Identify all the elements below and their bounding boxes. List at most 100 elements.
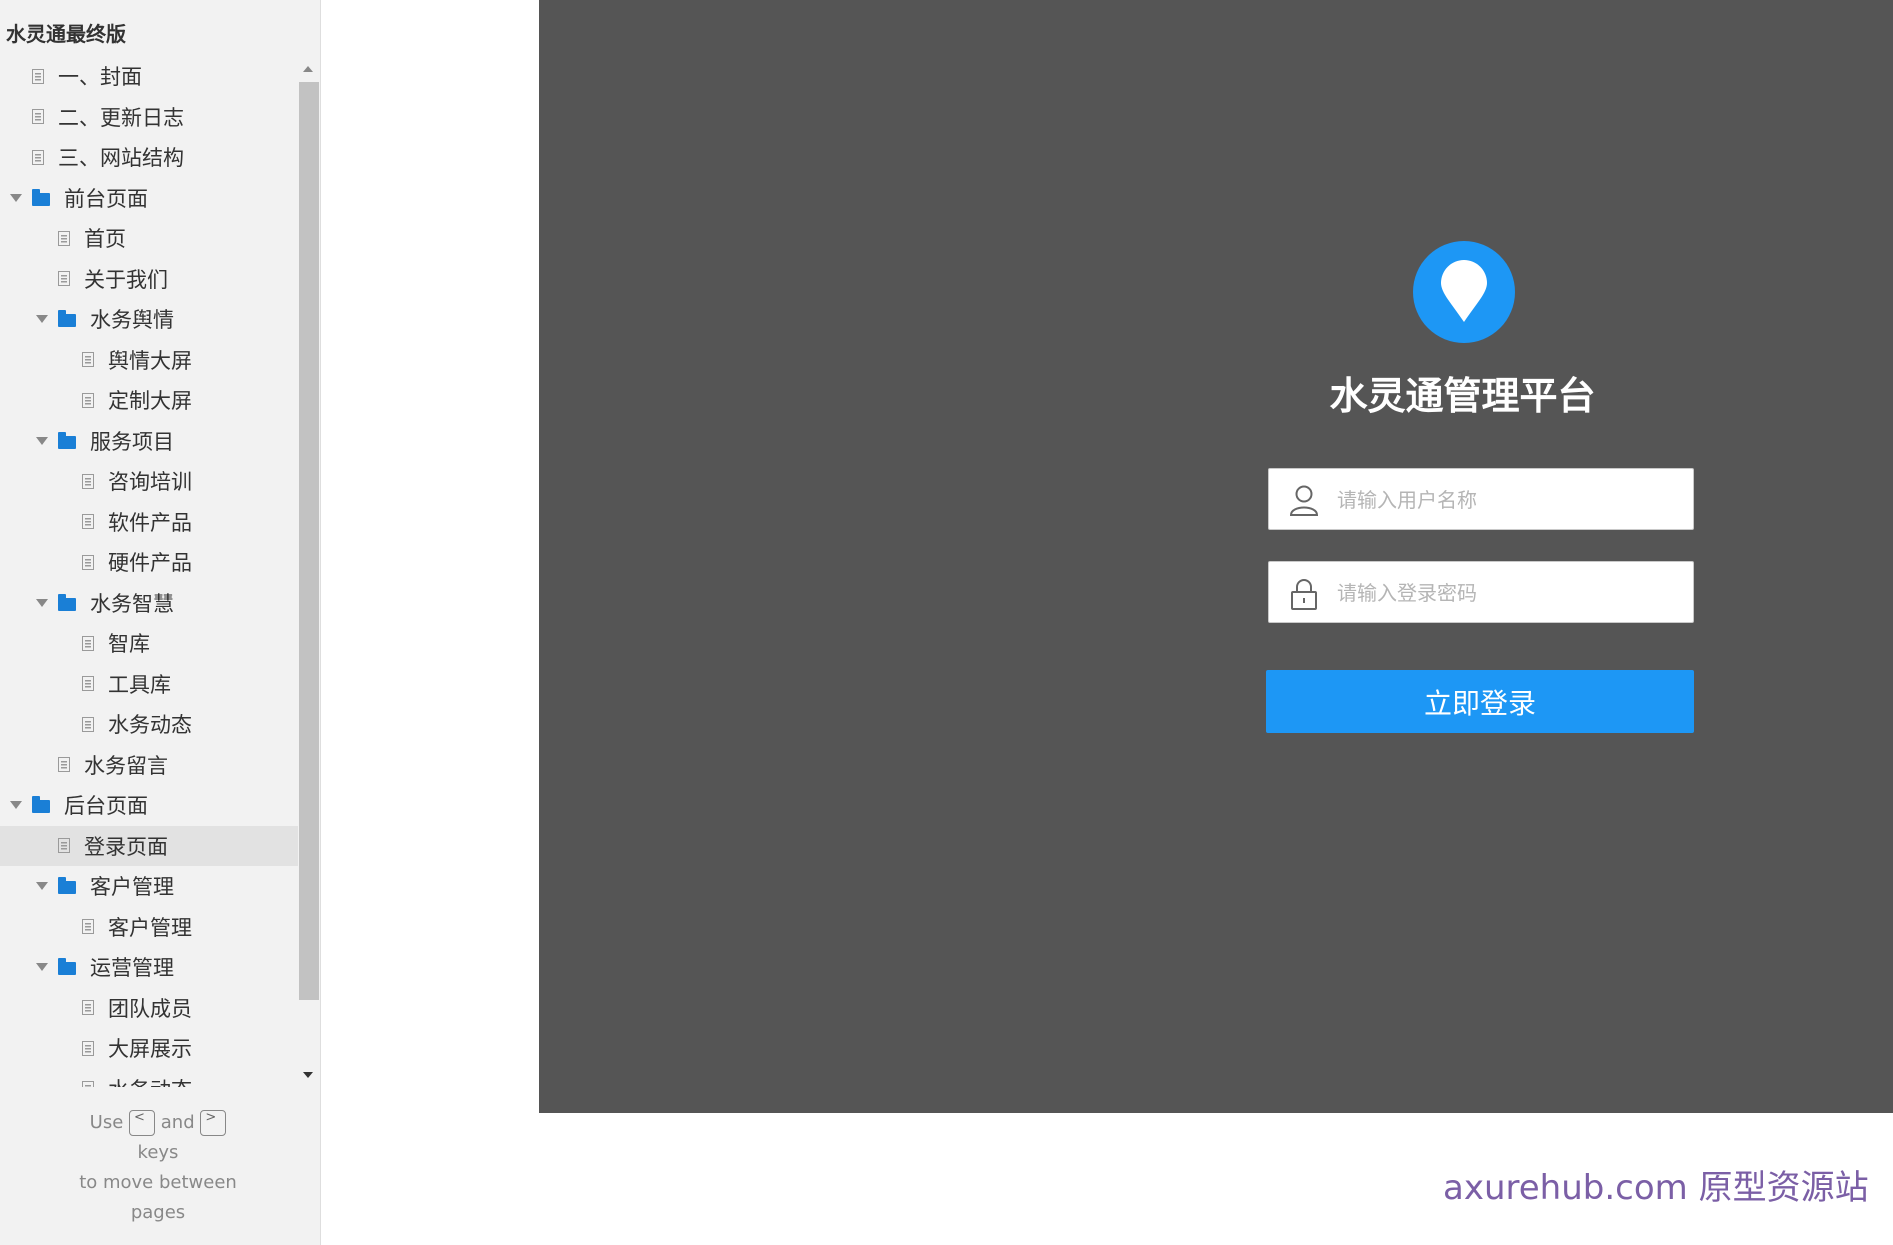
page-icon xyxy=(58,757,70,773)
sitemap-page[interactable]: 登录页面 xyxy=(0,825,298,866)
expand-caret-icon[interactable] xyxy=(36,598,48,607)
sitemap-page[interactable]: 工具库 xyxy=(0,664,298,705)
sitemap-page[interactable]: 关于我们 xyxy=(0,259,298,300)
sitemap-folder[interactable]: 水务舆情 xyxy=(0,299,298,340)
page-icon xyxy=(82,919,94,935)
folder-icon xyxy=(58,310,76,328)
sitemap-item-label: 客户管理 xyxy=(90,875,174,900)
folder-icon xyxy=(58,958,76,976)
sitemap-folder[interactable]: 运营管理 xyxy=(0,947,298,988)
app-title: 水灵通管理平台 xyxy=(1329,374,1596,418)
page-icon xyxy=(82,676,94,692)
sitemap-page[interactable]: 首页 xyxy=(0,218,298,259)
folder-icon xyxy=(32,796,50,814)
sitemap-folder[interactable]: 水务智慧 xyxy=(0,583,298,624)
sitemap-item-label: 二、更新日志 xyxy=(58,105,184,130)
sitemap-item-label: 咨询培训 xyxy=(108,470,192,495)
hint-and: and xyxy=(160,1112,195,1133)
folder-icon xyxy=(58,877,76,895)
sitemap-page[interactable]: 水务留言 xyxy=(0,745,298,786)
page-tree: 一、封面二、更新日志三、网站结构前台页面首页关于我们水务舆情舆情大屏定制大屏服务… xyxy=(0,56,298,1087)
sitemap-item-label: 软件产品 xyxy=(108,510,192,535)
page-icon xyxy=(58,271,70,287)
sitemap-folder[interactable]: 客户管理 xyxy=(0,866,298,907)
expand-caret-icon[interactable] xyxy=(10,193,22,202)
page-icon xyxy=(82,1040,94,1056)
page-icon xyxy=(82,554,94,570)
sitemap-item-label: 舆情大屏 xyxy=(108,348,192,373)
sitemap-page[interactable]: 三、网站结构 xyxy=(0,137,298,178)
sitemap-item-label: 前台页面 xyxy=(64,186,148,211)
sitemap-item-label: 团队成员 xyxy=(108,996,192,1021)
sitemap-folder[interactable]: 服务项目 xyxy=(0,421,298,462)
sitemap-page[interactable]: 定制大屏 xyxy=(0,380,298,421)
page-icon xyxy=(32,109,44,125)
watermark-text: axurehub.com 原型资源站 xyxy=(1443,1168,1869,1208)
sitemap-page[interactable]: 舆情大屏 xyxy=(0,340,298,381)
sitemap-page[interactable]: 水务动态 xyxy=(0,704,298,745)
hint-use: Use xyxy=(89,1112,124,1133)
username-field[interactable] xyxy=(1268,468,1694,531)
project-title: 水灵通最终版 xyxy=(6,22,126,46)
sitemap-page[interactable]: 大屏展示 xyxy=(0,1028,298,1069)
sitemap-page[interactable]: 智库 xyxy=(0,623,298,664)
page-icon xyxy=(82,514,94,530)
sitemap-page[interactable]: 客户管理 xyxy=(0,907,298,948)
password-field[interactable] xyxy=(1268,561,1694,624)
scroll-up-arrow-icon[interactable] xyxy=(303,66,313,72)
sitemap-item-label: 大屏展示 xyxy=(108,1037,192,1062)
sitemap-item-label: 水务舆情 xyxy=(90,308,174,333)
sitemap-item-label: 登录页面 xyxy=(84,834,168,859)
scrollbar-thumb[interactable] xyxy=(299,82,319,1000)
sitemap-item-label: 一、封面 xyxy=(58,65,142,90)
sitemap-item-label: 水务智慧 xyxy=(90,591,174,616)
sitemap-item-label: 水务留言 xyxy=(84,753,168,778)
page-icon xyxy=(58,838,70,854)
sitemap-item-label: 客户管理 xyxy=(108,915,192,940)
sitemap-item-label: 硬件产品 xyxy=(108,551,192,576)
sitemap-page[interactable]: 一、封面 xyxy=(0,56,298,97)
keyboard-hint: Use < and > keys to move between pages xyxy=(40,1108,276,1228)
sitemap-page[interactable]: 二、更新日志 xyxy=(0,97,298,138)
right-key-icon: > xyxy=(200,1110,227,1136)
page-icon xyxy=(82,473,94,489)
sitemap-item-label: 水务动态 xyxy=(108,713,192,738)
page-icon xyxy=(82,716,94,732)
sidebar-scrollbar[interactable] xyxy=(298,62,320,1082)
expand-caret-icon[interactable] xyxy=(36,315,48,324)
username-input[interactable] xyxy=(1335,469,1679,531)
login-panel-background xyxy=(539,0,1893,1113)
scroll-down-arrow-icon[interactable] xyxy=(303,1072,313,1078)
sitemap-folder[interactable]: 前台页面 xyxy=(0,178,298,219)
sitemap-item-label: 智库 xyxy=(108,632,150,657)
page-icon xyxy=(82,352,94,368)
folder-icon xyxy=(58,431,76,449)
sitemap-page[interactable]: 硬件产品 xyxy=(0,542,298,583)
sitemap-item-label: 工具库 xyxy=(108,672,171,697)
sitemap-page[interactable]: 咨询培训 xyxy=(0,461,298,502)
sitemap-item-label: 首页 xyxy=(84,227,126,252)
login-button[interactable]: 立即登录 xyxy=(1266,670,1694,733)
user-icon xyxy=(1289,484,1319,520)
expand-caret-icon[interactable] xyxy=(10,801,22,810)
page-icon xyxy=(32,149,44,165)
sitemap-item-label: 后台页面 xyxy=(64,794,148,819)
sitemap-sidebar: 水灵通最终版 一、封面二、更新日志三、网站结构前台页面首页关于我们水务舆情舆情大… xyxy=(0,0,321,1245)
page-icon xyxy=(82,1081,94,1087)
sitemap-page[interactable]: 团队成员 xyxy=(0,988,298,1029)
hint-keys: keys xyxy=(137,1142,179,1163)
page-icon xyxy=(82,1000,94,1016)
sitemap-folder[interactable]: 后台页面 xyxy=(0,785,298,826)
page-icon xyxy=(82,635,94,651)
location-pin-icon xyxy=(1413,241,1515,343)
page-icon xyxy=(82,392,94,408)
expand-caret-icon[interactable] xyxy=(36,963,48,972)
sitemap-page[interactable]: 软件产品 xyxy=(0,502,298,543)
sitemap-item-label: 定制大屏 xyxy=(108,389,192,414)
sitemap-page[interactable]: 水务动态 xyxy=(0,1069,298,1087)
expand-caret-icon[interactable] xyxy=(36,436,48,445)
folder-icon xyxy=(32,188,50,206)
password-input[interactable] xyxy=(1335,562,1679,624)
sitemap-item-label: 水务动态 xyxy=(108,1074,192,1087)
expand-caret-icon[interactable] xyxy=(36,882,48,891)
